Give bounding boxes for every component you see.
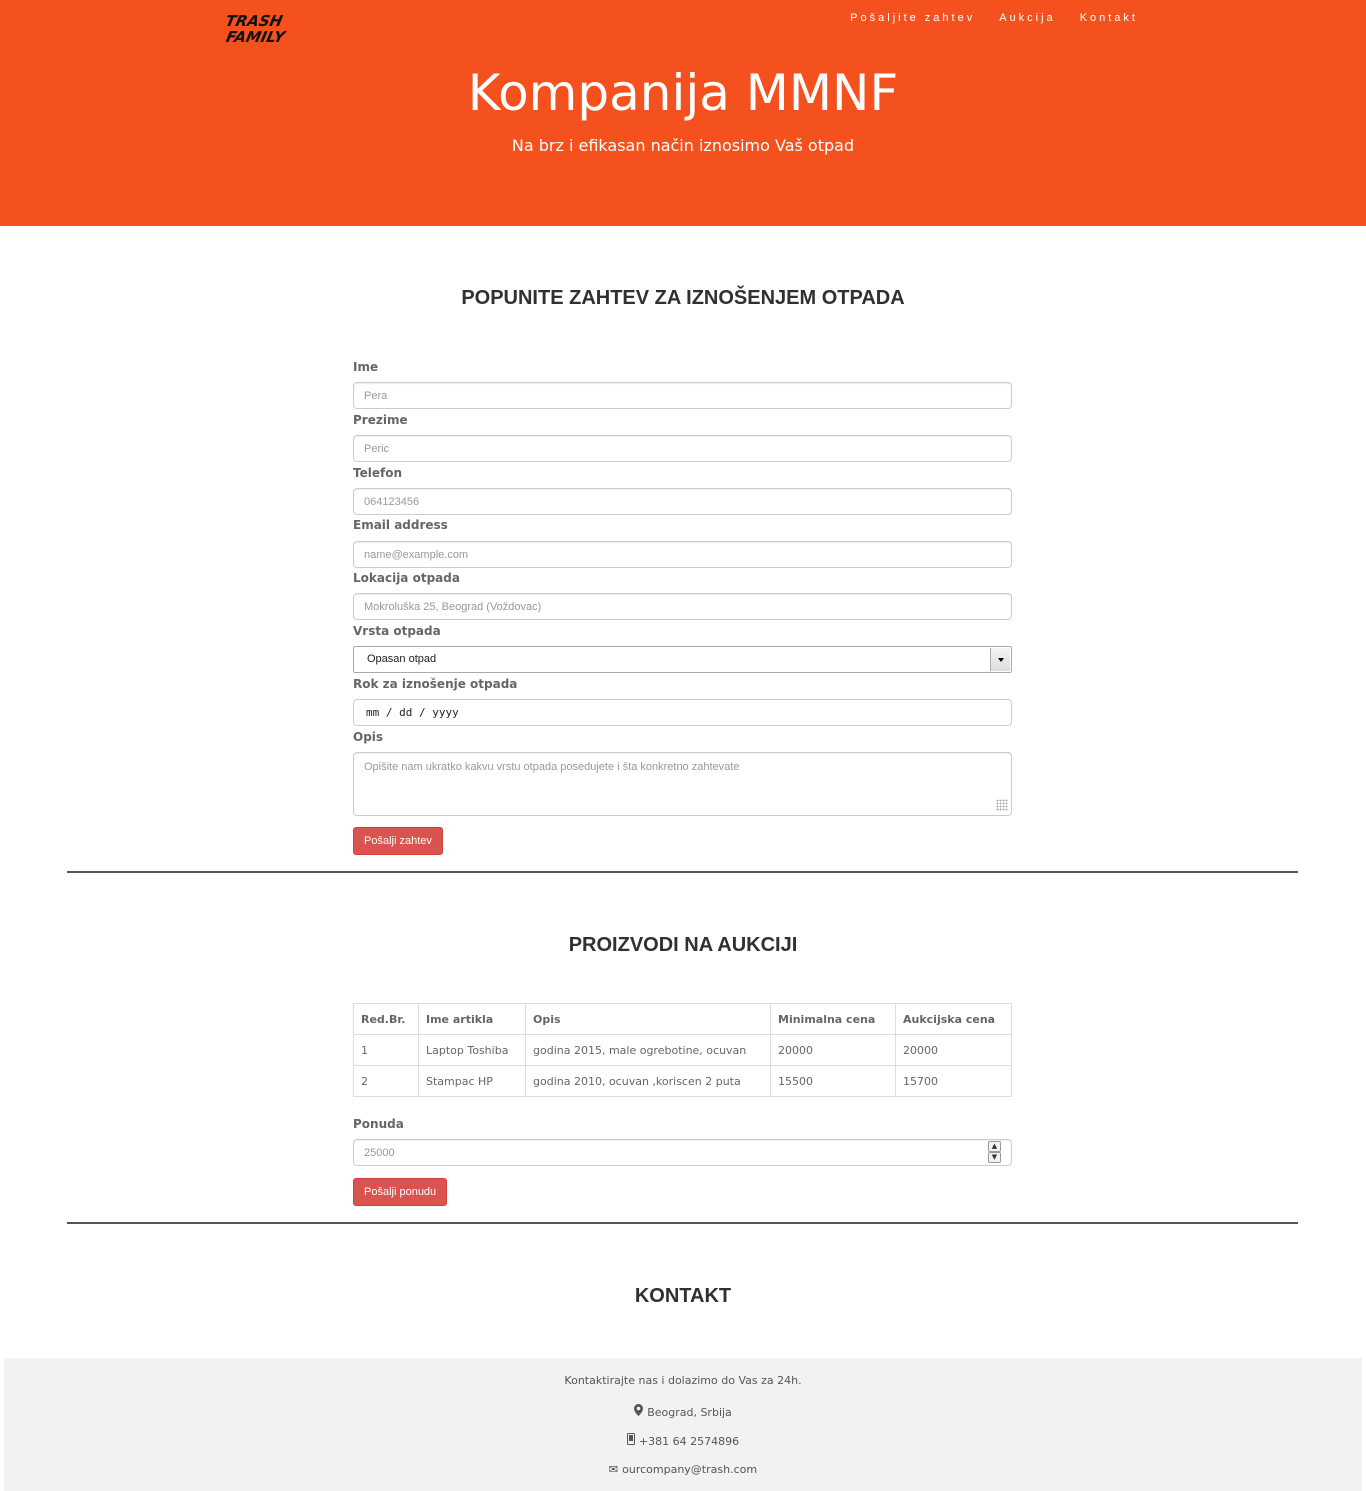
nav-link-auction[interactable]: Aukcija <box>999 12 1055 24</box>
offer-number-input[interactable] <box>353 1139 1012 1166</box>
last-name-label: Prezime <box>353 413 408 427</box>
resize-grip-icon[interactable] <box>996 799 1008 811</box>
nav-link-contact[interactable]: Kontakt <box>1080 12 1138 24</box>
email-input[interactable] <box>353 541 1012 568</box>
phone-input[interactable] <box>353 488 1012 515</box>
request-section-title: POPUNITE ZAHTEV ZA IZNOŠENJEM OTPADA <box>461 287 905 309</box>
table-cell: 1 <box>353 1034 419 1066</box>
table-header-row: Red.Br. Ime artikla Opis Minimalna cena … <box>353 1003 1012 1035</box>
first-name-input[interactable] <box>353 382 1012 409</box>
auction-section-title: PROIZVODI NA AUKCIJI <box>568 934 798 956</box>
spinner-down-icon[interactable]: ▼ <box>988 1152 1001 1163</box>
section-divider <box>67 871 1298 873</box>
deadline-date-input[interactable]: mm / dd / yyyy <box>353 699 1012 726</box>
description-label: Opis <box>353 730 384 744</box>
location-input[interactable] <box>353 593 1012 620</box>
deadline-date-value: mm / dd / yyyy <box>366 706 459 719</box>
contact-location: Beograd, Srbija <box>647 1406 732 1419</box>
section-divider <box>67 1222 1298 1224</box>
chevron-down-icon[interactable] <box>990 648 1010 671</box>
offer-label: Ponuda <box>353 1117 404 1131</box>
waste-type-value: Opasan otpad <box>367 653 437 665</box>
brand-logo[interactable]: TRASH FAMILY <box>224 10 294 46</box>
last-name-input[interactable] <box>353 435 1012 462</box>
offer-spinner: ▲ ▼ <box>988 1141 1001 1163</box>
contact-email-line: ✉ ourcompany@trash.com <box>4 1463 1362 1476</box>
contact-phone: +381 64 2574896 <box>638 1435 740 1448</box>
column-header: Opis <box>525 1003 771 1035</box>
nav-link-request[interactable]: Pošaljite zahtev <box>850 12 975 24</box>
top-nav: Pošaljite zahtev Aukcija Kontakt <box>850 12 1138 24</box>
description-textarea[interactable] <box>353 752 1012 816</box>
deadline-label: Rok za iznošenje otpada <box>353 677 518 691</box>
table-cell: godina 2010, ocuvan ,koriscen 2 puta <box>525 1065 771 1097</box>
svg-text:FAMILY: FAMILY <box>226 28 289 46</box>
envelope-icon: ✉ <box>608 1463 619 1476</box>
column-header: Aukcijska cena <box>895 1003 1012 1035</box>
table-cell: 20000 <box>770 1034 896 1066</box>
table-cell: Stampac HP <box>418 1065 526 1097</box>
contact-intro: Kontaktirajte nas i dolazimo do Vas za 2… <box>564 1374 802 1387</box>
phone-label: Telefon <box>353 466 402 480</box>
column-header: Ime artikla <box>418 1003 526 1035</box>
column-header: Minimalna cena <box>770 1003 896 1035</box>
location-label: Lokacija otpada <box>353 571 460 585</box>
submit-offer-button[interactable]: Pošalji ponudu <box>353 1178 448 1206</box>
table-cell: godina 2015, male ogrebotine, ocuvan <box>525 1034 771 1066</box>
hero-title: Kompanija MMNF <box>467 64 899 122</box>
map-marker-icon <box>634 1404 644 1419</box>
phone-icon <box>626 1433 635 1448</box>
hero-subtitle: Na brz i efikasan način iznosimo Vaš otp… <box>511 136 855 155</box>
contact-phone-line: +381 64 2574896 <box>4 1433 1362 1448</box>
table-cell: 2 <box>353 1065 419 1097</box>
first-name-label: Ime <box>353 360 379 374</box>
hero-banner: TRASH FAMILY Pošaljite zahtev Aukcija Ko… <box>0 0 1366 226</box>
table-cell: 15500 <box>770 1065 896 1097</box>
email-label: Email address <box>353 518 448 532</box>
contact-section-title: KONTAKT <box>634 1285 732 1307</box>
table-row: 2 Stampac HP godina 2010, ocuvan ,korisc… <box>353 1065 1012 1097</box>
contact-email: ourcompany@trash.com <box>622 1463 758 1476</box>
spinner-up-icon[interactable]: ▲ <box>988 1141 1001 1152</box>
contact-footer: Kontaktirajte nas i dolazimo do Vas za 2… <box>4 1358 1362 1491</box>
table-cell: Laptop Toshiba <box>418 1034 526 1066</box>
waste-type-select[interactable]: Opasan otpad <box>353 646 1012 673</box>
table-cell: 15700 <box>895 1065 1012 1097</box>
contact-location-line: Beograd, Srbija <box>4 1404 1362 1419</box>
table-cell: 20000 <box>895 1034 1012 1066</box>
column-header: Red.Br. <box>353 1003 419 1035</box>
auction-table: Red.Br. Ime artikla Opis Minimalna cena … <box>353 1003 1012 1097</box>
waste-type-label: Vrsta otpada <box>353 624 441 638</box>
submit-request-button[interactable]: Pošalji zahtev <box>353 827 443 855</box>
table-row: 1 Laptop Toshiba godina 2015, male ogreb… <box>353 1034 1012 1066</box>
